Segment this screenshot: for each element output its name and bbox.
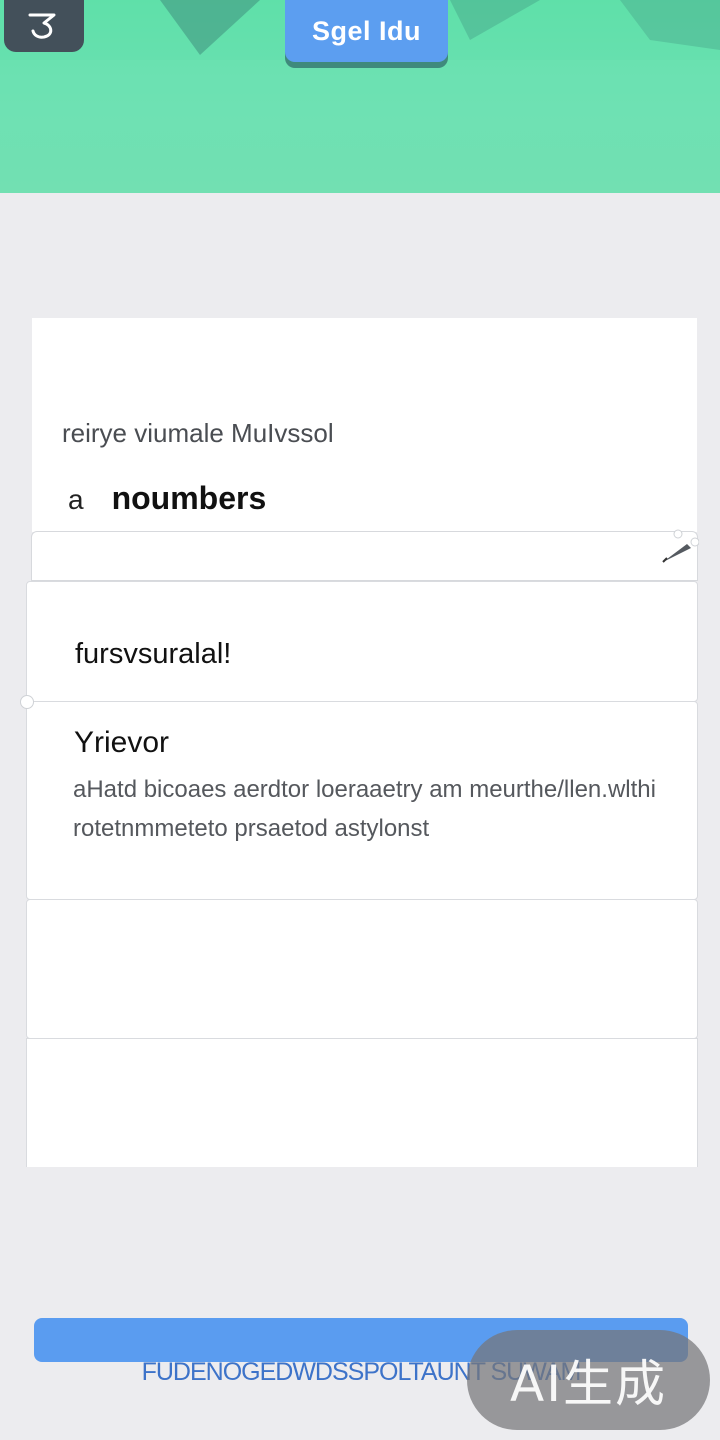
answer-value: noumbers (111, 480, 267, 516)
question-subtitle: reirye viumale MuIvssol (62, 418, 334, 448)
ai-generated-watermark: AI生成 (467, 1330, 710, 1430)
answer-prefix: a (68, 484, 84, 515)
option-item[interactable]: fursvsuralal! (26, 581, 698, 702)
pen-icon[interactable] (657, 528, 699, 566)
option-label: fursvsuralal! (75, 638, 232, 670)
answer-input[interactable] (31, 528, 699, 581)
answer-line: a noumbers (68, 480, 266, 517)
page-title: Sgel Idu (285, 0, 448, 62)
option-item[interactable] (26, 899, 698, 1039)
header-banner: Sgel Idu (0, 0, 720, 193)
back-arrow-icon (28, 13, 56, 39)
option-title: Yrievor (74, 726, 170, 759)
option-item[interactable] (26, 1038, 698, 1167)
drag-handle-dot (20, 695, 34, 709)
option-item[interactable]: Yrievor aHatd bicoaes aerdtor loeraaetry… (20, 695, 698, 900)
back-button[interactable] (4, 0, 84, 52)
question-card: reirye viumale MuIvssol a noumbers (32, 318, 697, 532)
option-description: aHatd bicoaes aerdtor loeraaetry am meur… (73, 776, 656, 842)
